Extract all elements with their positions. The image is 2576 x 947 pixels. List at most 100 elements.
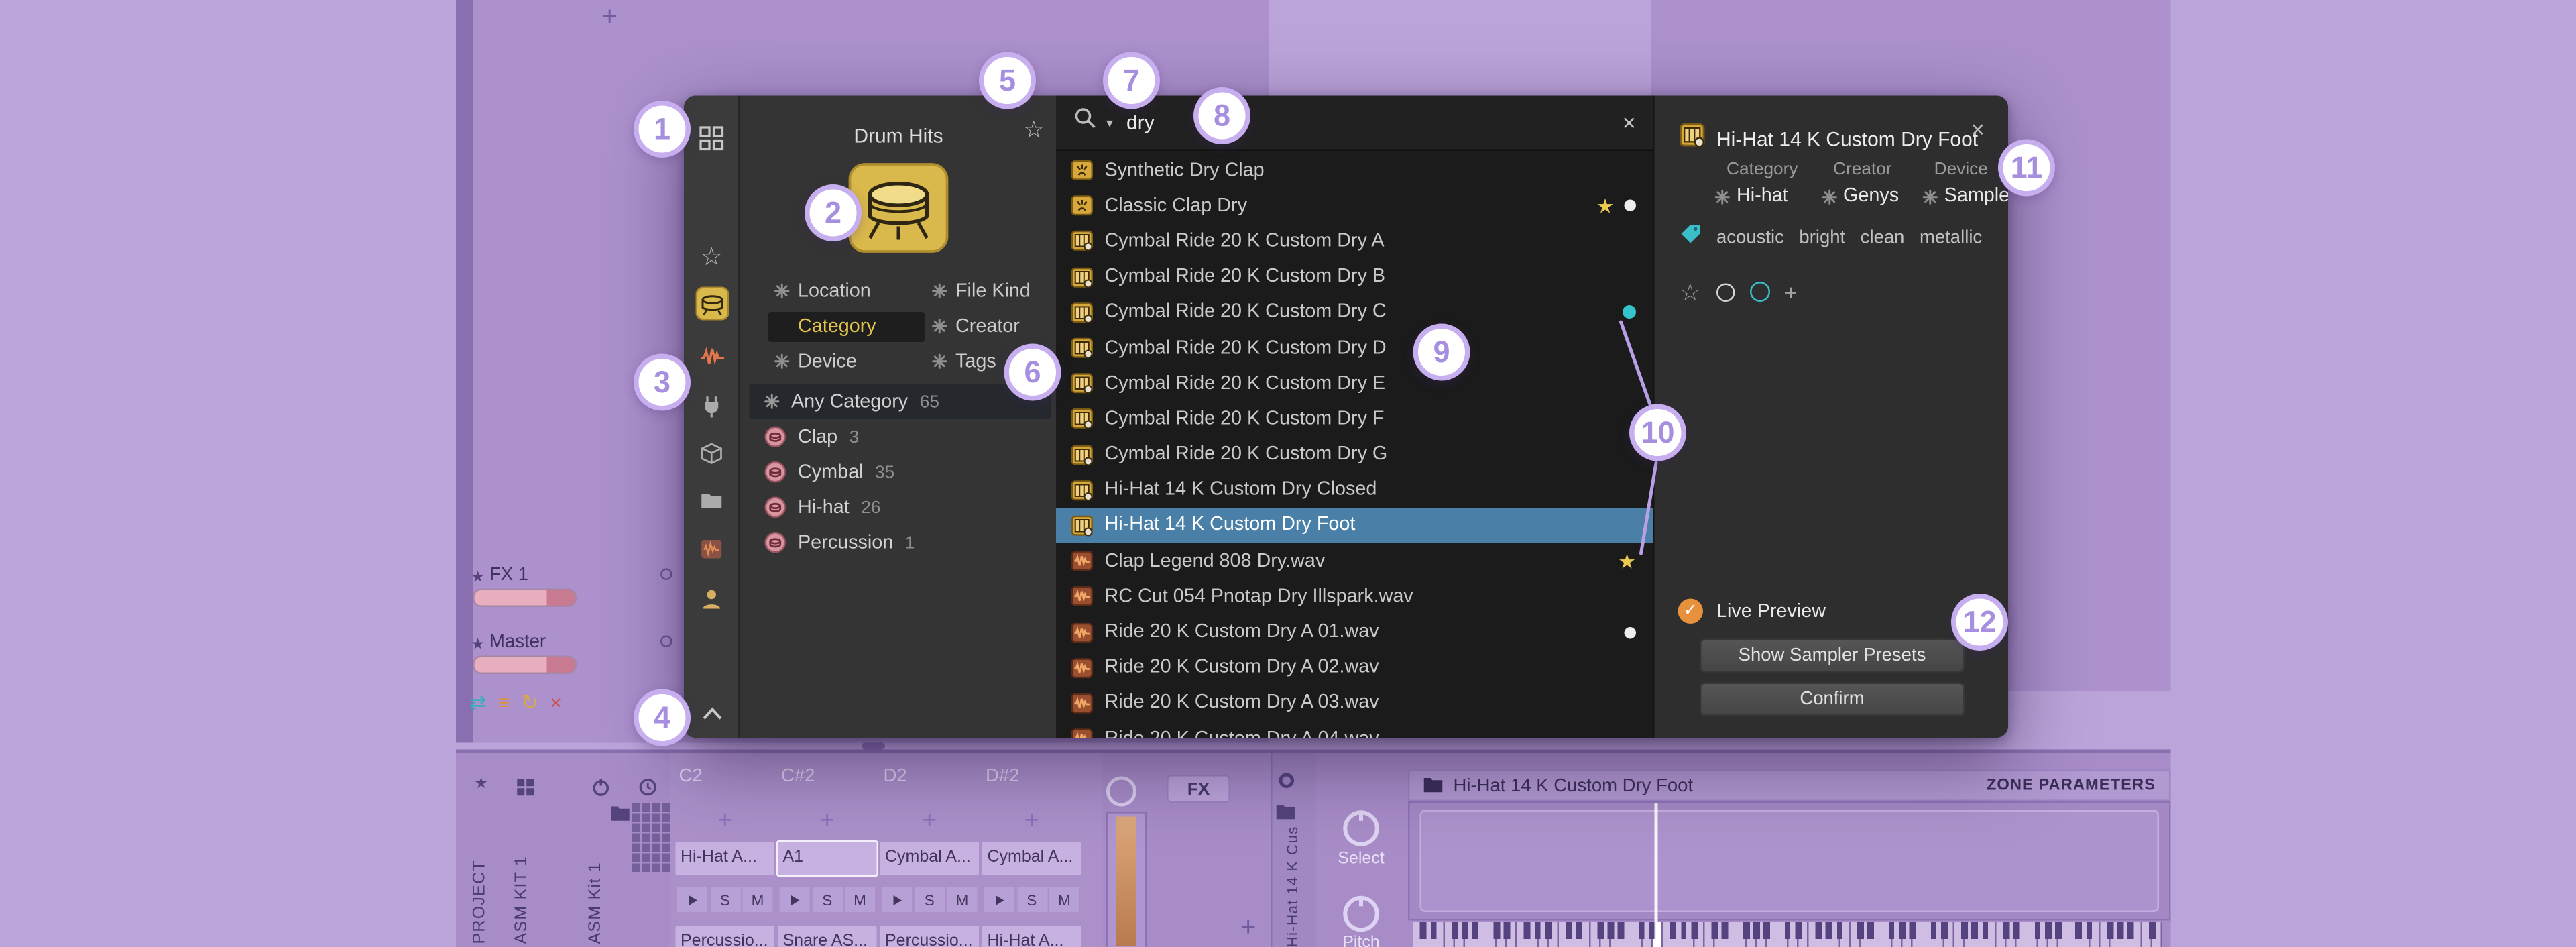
category-cymbal[interactable]: Cymbal 35 [750, 455, 1051, 490]
piano-key-black[interactable] [2086, 922, 2093, 939]
pad-mute-button[interactable]: M [742, 887, 773, 912]
piano-key-black[interactable] [2003, 922, 2009, 939]
favorites-star-icon[interactable]: ☆ [684, 240, 740, 274]
category-percussion[interactable]: Percussion 1 [750, 525, 1051, 561]
piano-key-black[interactable] [1545, 922, 1552, 939]
pad-add-button[interactable]: + [880, 798, 980, 842]
piano-key-black[interactable] [1971, 922, 1979, 939]
fx-track-label[interactable]: FX 1 [489, 565, 528, 586]
piano-key-black[interactable] [1753, 922, 1760, 939]
master-track-volume-meter[interactable] [473, 655, 577, 674]
piano-key-black[interactable] [2127, 922, 2135, 939]
list-icon[interactable]: ≡ [498, 693, 510, 713]
inspector-field-value[interactable]: Sampler [1922, 186, 2008, 207]
piano-key-black[interactable] [2117, 922, 2124, 939]
project-tab-vertical-label[interactable]: PROJECT [471, 800, 490, 944]
devices-plug-icon[interactable] [684, 389, 740, 423]
piano-key-black[interactable] [1888, 922, 1895, 939]
piano-key-black[interactable] [2034, 922, 2041, 939]
piano-key-black[interactable] [1711, 922, 1718, 939]
confirm-button[interactable]: Confirm [1700, 682, 1965, 716]
piano-key-black[interactable] [2107, 922, 2114, 939]
piano-key-black[interactable] [2013, 922, 2020, 939]
device-folder-icon[interactable] [1276, 798, 1296, 828]
pad-mute-button[interactable]: M [1049, 887, 1079, 912]
piano-key-black[interactable] [1909, 922, 1916, 939]
result-cymbal-ride-20-k-custom-dry-f[interactable]: Cymbal Ride 20 K Custom Dry F [1056, 401, 1653, 437]
inspector-field-value[interactable]: Genys [1821, 186, 1899, 207]
pad-mute-button[interactable]: M [947, 887, 978, 912]
pad-play-button[interactable] [882, 887, 912, 912]
pad-grid-cell[interactable] [652, 813, 660, 822]
result-cymbal-ride-20-k-custom-dry-e[interactable]: Cymbal Ride 20 K Custom Dry E [1056, 366, 1653, 401]
result-hi-hat-14-k-custom-dry-foot[interactable]: Hi-Hat 14 K Custom Dry Foot [1056, 508, 1653, 544]
pad-grid-cell[interactable] [652, 823, 660, 832]
swap-icon[interactable]: ⇄ [469, 693, 486, 713]
filter-file-kind[interactable]: File Kind [925, 276, 1066, 306]
pad-grid-cell[interactable] [632, 843, 640, 852]
piano-key-black[interactable] [1420, 922, 1427, 939]
result-synthetic-dry-clap[interactable]: Synthetic Dry Clap [1056, 153, 1653, 188]
live-preview-row[interactable]: ✓ Live Preview [1678, 598, 1826, 624]
piano-key-black[interactable] [1566, 922, 1573, 939]
pad-cell[interactable]: A1 [776, 840, 878, 877]
piano-key-black[interactable] [1784, 922, 1791, 939]
volume-fader[interactable] [1106, 812, 1147, 947]
packages-box-icon[interactable] [684, 436, 740, 469]
piano-key-black[interactable] [1982, 922, 1989, 939]
collection-favorite-star-icon[interactable]: ☆ [1023, 117, 1044, 141]
pad-add-button[interactable]: + [982, 798, 1081, 842]
piano-key-black[interactable] [1826, 922, 1833, 939]
piano-key-black[interactable] [1940, 922, 1947, 939]
tag-metallic[interactable]: metallic [1920, 228, 1982, 248]
project-tab-star-icon[interactable]: ★ [475, 775, 488, 793]
clock-icon[interactable] [639, 775, 658, 805]
piano-key-black[interactable] [1524, 922, 1531, 939]
piano-key-black[interactable] [1857, 922, 1864, 939]
pad-mute-button[interactable]: M [845, 887, 875, 912]
pan-knob[interactable] [1106, 776, 1136, 807]
inspector-field-value[interactable]: Hi-hat [1714, 186, 1798, 207]
pad-play-button[interactable] [779, 887, 810, 912]
pad-add-button[interactable]: + [778, 798, 877, 842]
piano-key-black[interactable] [1492, 922, 1500, 939]
filter-location[interactable]: Location [768, 276, 925, 306]
pad-cell[interactable]: Cymbal A... [982, 842, 1081, 875]
piano-key-black[interactable] [2044, 922, 2051, 939]
master-track-star-icon[interactable]: ★ [471, 636, 485, 655]
piano-key-black[interactable] [1794, 922, 1802, 939]
panel-splitter-grip[interactable] [862, 742, 885, 750]
user-content-icon[interactable] [684, 582, 740, 616]
pad-grid-cell[interactable] [642, 863, 650, 872]
pad-grid-cell[interactable] [662, 853, 670, 862]
piano-key-black[interactable] [1722, 922, 1729, 939]
result-cymbal-ride-20-k-custom-dry-c[interactable]: Cymbal Ride 20 K Custom Dry C [1056, 294, 1653, 330]
pad-grid-cell[interactable] [652, 843, 660, 852]
result-clap-legend-808-dry-wav[interactable]: Clap Legend 808 Dry.wav ★ [1056, 543, 1653, 579]
pad-grid-cell[interactable] [652, 863, 660, 872]
pad-add-button[interactable]: + [676, 798, 775, 842]
piano-key-black[interactable] [1462, 922, 1468, 939]
pad-grid-cell[interactable] [662, 843, 670, 852]
search-options-caret-icon[interactable]: ▾ [1106, 115, 1113, 130]
pad-grid-cell[interactable] [632, 853, 640, 862]
pad-solo-button[interactable]: S [812, 887, 843, 912]
pad-grid-cell[interactable] [632, 863, 640, 872]
piano-key-black[interactable] [2055, 922, 2062, 939]
piano-key-black[interactable] [2148, 922, 2156, 939]
pad-cell[interactable]: Percussio... [675, 926, 774, 947]
pad-grid-cell[interactable] [662, 803, 670, 812]
piano-key-black[interactable] [1503, 922, 1510, 939]
add-mark-plus-icon[interactable]: + [1784, 281, 1797, 303]
pad-grid-cell[interactable] [652, 853, 660, 862]
piano-key-black[interactable] [1576, 922, 1583, 939]
tag-acoustic[interactable]: acoustic [1716, 228, 1784, 248]
select-knob[interactable] [1341, 808, 1381, 848]
pad-solo-button[interactable]: S [709, 887, 740, 912]
pad-play-button[interactable] [677, 887, 707, 912]
pad-cell[interactable]: Hi-Hat A... [982, 926, 1081, 947]
pitch-knob[interactable] [1341, 894, 1381, 934]
pad-solo-button[interactable]: S [914, 887, 945, 912]
record-arm-icon[interactable] [1279, 773, 1294, 788]
zone-parameters-label[interactable]: ZONE PARAMETERS [1987, 777, 2156, 795]
